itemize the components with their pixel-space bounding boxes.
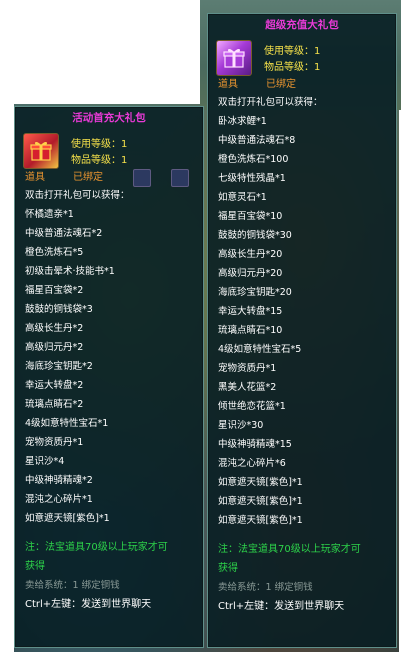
reward-item: 倾世绝恋花篮*1 xyxy=(218,401,286,412)
reward-item: 如意遮天镜[紫色]*1 xyxy=(218,515,303,526)
reward-item: 混沌之心碎片*6 xyxy=(218,458,286,469)
reward-list: 卧冰求鲤*1 中级普通法魂石*8 橙色洗炼石*100 七级特性残晶*1 如意灵石… xyxy=(208,112,396,530)
reward-item: 中级普通法魂石*8 xyxy=(218,135,296,146)
reward-item: 七级特性残晶*1 xyxy=(218,173,286,184)
reward-item: 鼓鼓的铜钱袋*30 xyxy=(218,230,292,241)
chat-hint: Ctrl+左键：发送到世界聊天 xyxy=(218,601,345,612)
level-note-cont: 获得 xyxy=(25,561,45,572)
reward-item: 如意遮天镜[紫色]*1 xyxy=(218,496,303,507)
red-gift-box-icon xyxy=(23,133,59,169)
tooltip-title: 超级充值大礼包 xyxy=(265,19,339,31)
bound-status: 已绑定 xyxy=(73,172,103,183)
item-type: 道具 xyxy=(218,79,238,90)
use-level: 使用等级：1 xyxy=(71,139,128,150)
reward-item: 琉璃点睛石*2 xyxy=(25,399,84,410)
level-note-cont: 获得 xyxy=(218,563,238,574)
reward-item: 黑美人花篮*2 xyxy=(218,382,277,393)
purple-gift-box-icon xyxy=(216,40,252,76)
tooltip-title: 活动首充大礼包 xyxy=(72,112,146,124)
reward-item: 中级普通法魂石*2 xyxy=(25,228,103,239)
reward-item: 宠物资质丹*1 xyxy=(25,437,84,448)
item-status-row: 道具 已绑定 xyxy=(15,169,203,187)
reward-item: 星识沙*4 xyxy=(25,456,65,467)
sell-info: 卖给系统：1 绑定铜钱 xyxy=(218,582,313,593)
reward-item: 高级归元丹*20 xyxy=(218,268,283,279)
super-recharge-gift-tooltip: 超级充值大礼包 使用等级：1 物品等级：1 道具 已绑定 双击打开礼包可以获得：… xyxy=(207,13,397,648)
reward-item: 海底珍宝钥匙*20 xyxy=(218,287,292,298)
reward-item: 中级神骑精魂*2 xyxy=(25,475,93,486)
item-description: 双击打开礼包可以获得： xyxy=(25,190,130,201)
reward-item: 高级长生丹*20 xyxy=(218,249,283,260)
reward-item: 高级长生丹*2 xyxy=(25,323,84,334)
level-note: 注：法宝道具70级以上玩家才可 xyxy=(218,544,361,555)
reward-item: 4级如意特性宝石*5 xyxy=(218,344,302,355)
item-description: 双击打开礼包可以获得： xyxy=(218,97,323,108)
item-level: 物品等级：1 xyxy=(71,155,128,166)
reward-item: 鼓鼓的铜钱袋*3 xyxy=(25,304,93,315)
bound-status: 已绑定 xyxy=(266,79,296,90)
slot-icon xyxy=(171,169,189,187)
reward-item: 海底珍宝钥匙*2 xyxy=(25,361,93,372)
reward-item: 琉璃点睛石*10 xyxy=(218,325,283,336)
sell-info: 卖给系统：1 绑定铜钱 xyxy=(25,580,120,591)
reward-item: 如意灵石*1 xyxy=(218,192,267,203)
reward-item: 橙色洗炼石*100 xyxy=(218,154,289,165)
reward-item: 混沌之心碎片*1 xyxy=(25,494,93,505)
item-level: 物品等级：1 xyxy=(264,62,321,73)
reward-item: 初级击晕术·技能书*1 xyxy=(25,266,115,277)
reward-item: 福星百宝袋*2 xyxy=(25,285,84,296)
reward-item: 幸运大转盘*15 xyxy=(218,306,283,317)
reward-item: 4级如意特性宝石*1 xyxy=(25,418,109,429)
item-type: 道具 xyxy=(25,172,45,183)
reward-item: 福星百宝袋*10 xyxy=(218,211,283,222)
reward-item: 高级归元丹*2 xyxy=(25,342,84,353)
first-recharge-gift-tooltip: 活动首充大礼包 使用等级：1 物品等级：1 道具 已绑定 双击打开礼包可以获得：… xyxy=(14,106,204,648)
reward-item: 如意遮天镜[紫色]*1 xyxy=(218,477,303,488)
item-status-row: 道具 已绑定 xyxy=(208,76,396,93)
level-note: 注：法宝道具70级以上玩家才可 xyxy=(25,542,168,553)
reward-item: 怀橘遗亲*1 xyxy=(25,209,74,220)
reward-item: 卧冰求鲤*1 xyxy=(218,116,267,127)
item-header: 使用等级：1 物品等级：1 xyxy=(208,36,396,76)
reward-item: 幸运大转盘*2 xyxy=(25,380,84,391)
reward-item: 橙色洗炼石*5 xyxy=(25,247,84,258)
reward-item: 宠物资质丹*1 xyxy=(218,363,277,374)
slot-icon xyxy=(133,169,151,187)
chat-hint: Ctrl+左键：发送到世界聊天 xyxy=(25,599,152,610)
reward-item: 中级神骑精魂*15 xyxy=(218,439,292,450)
reward-item: 星识沙*30 xyxy=(218,420,264,431)
reward-list: 怀橘遗亲*1 中级普通法魂石*2 橙色洗炼石*5 初级击晕术·技能书*1 福星百… xyxy=(15,205,203,528)
reward-item: 如意遮天镜[紫色]*1 xyxy=(25,513,110,524)
item-header: 使用等级：1 物品等级：1 xyxy=(15,129,203,169)
use-level: 使用等级：1 xyxy=(264,46,321,57)
